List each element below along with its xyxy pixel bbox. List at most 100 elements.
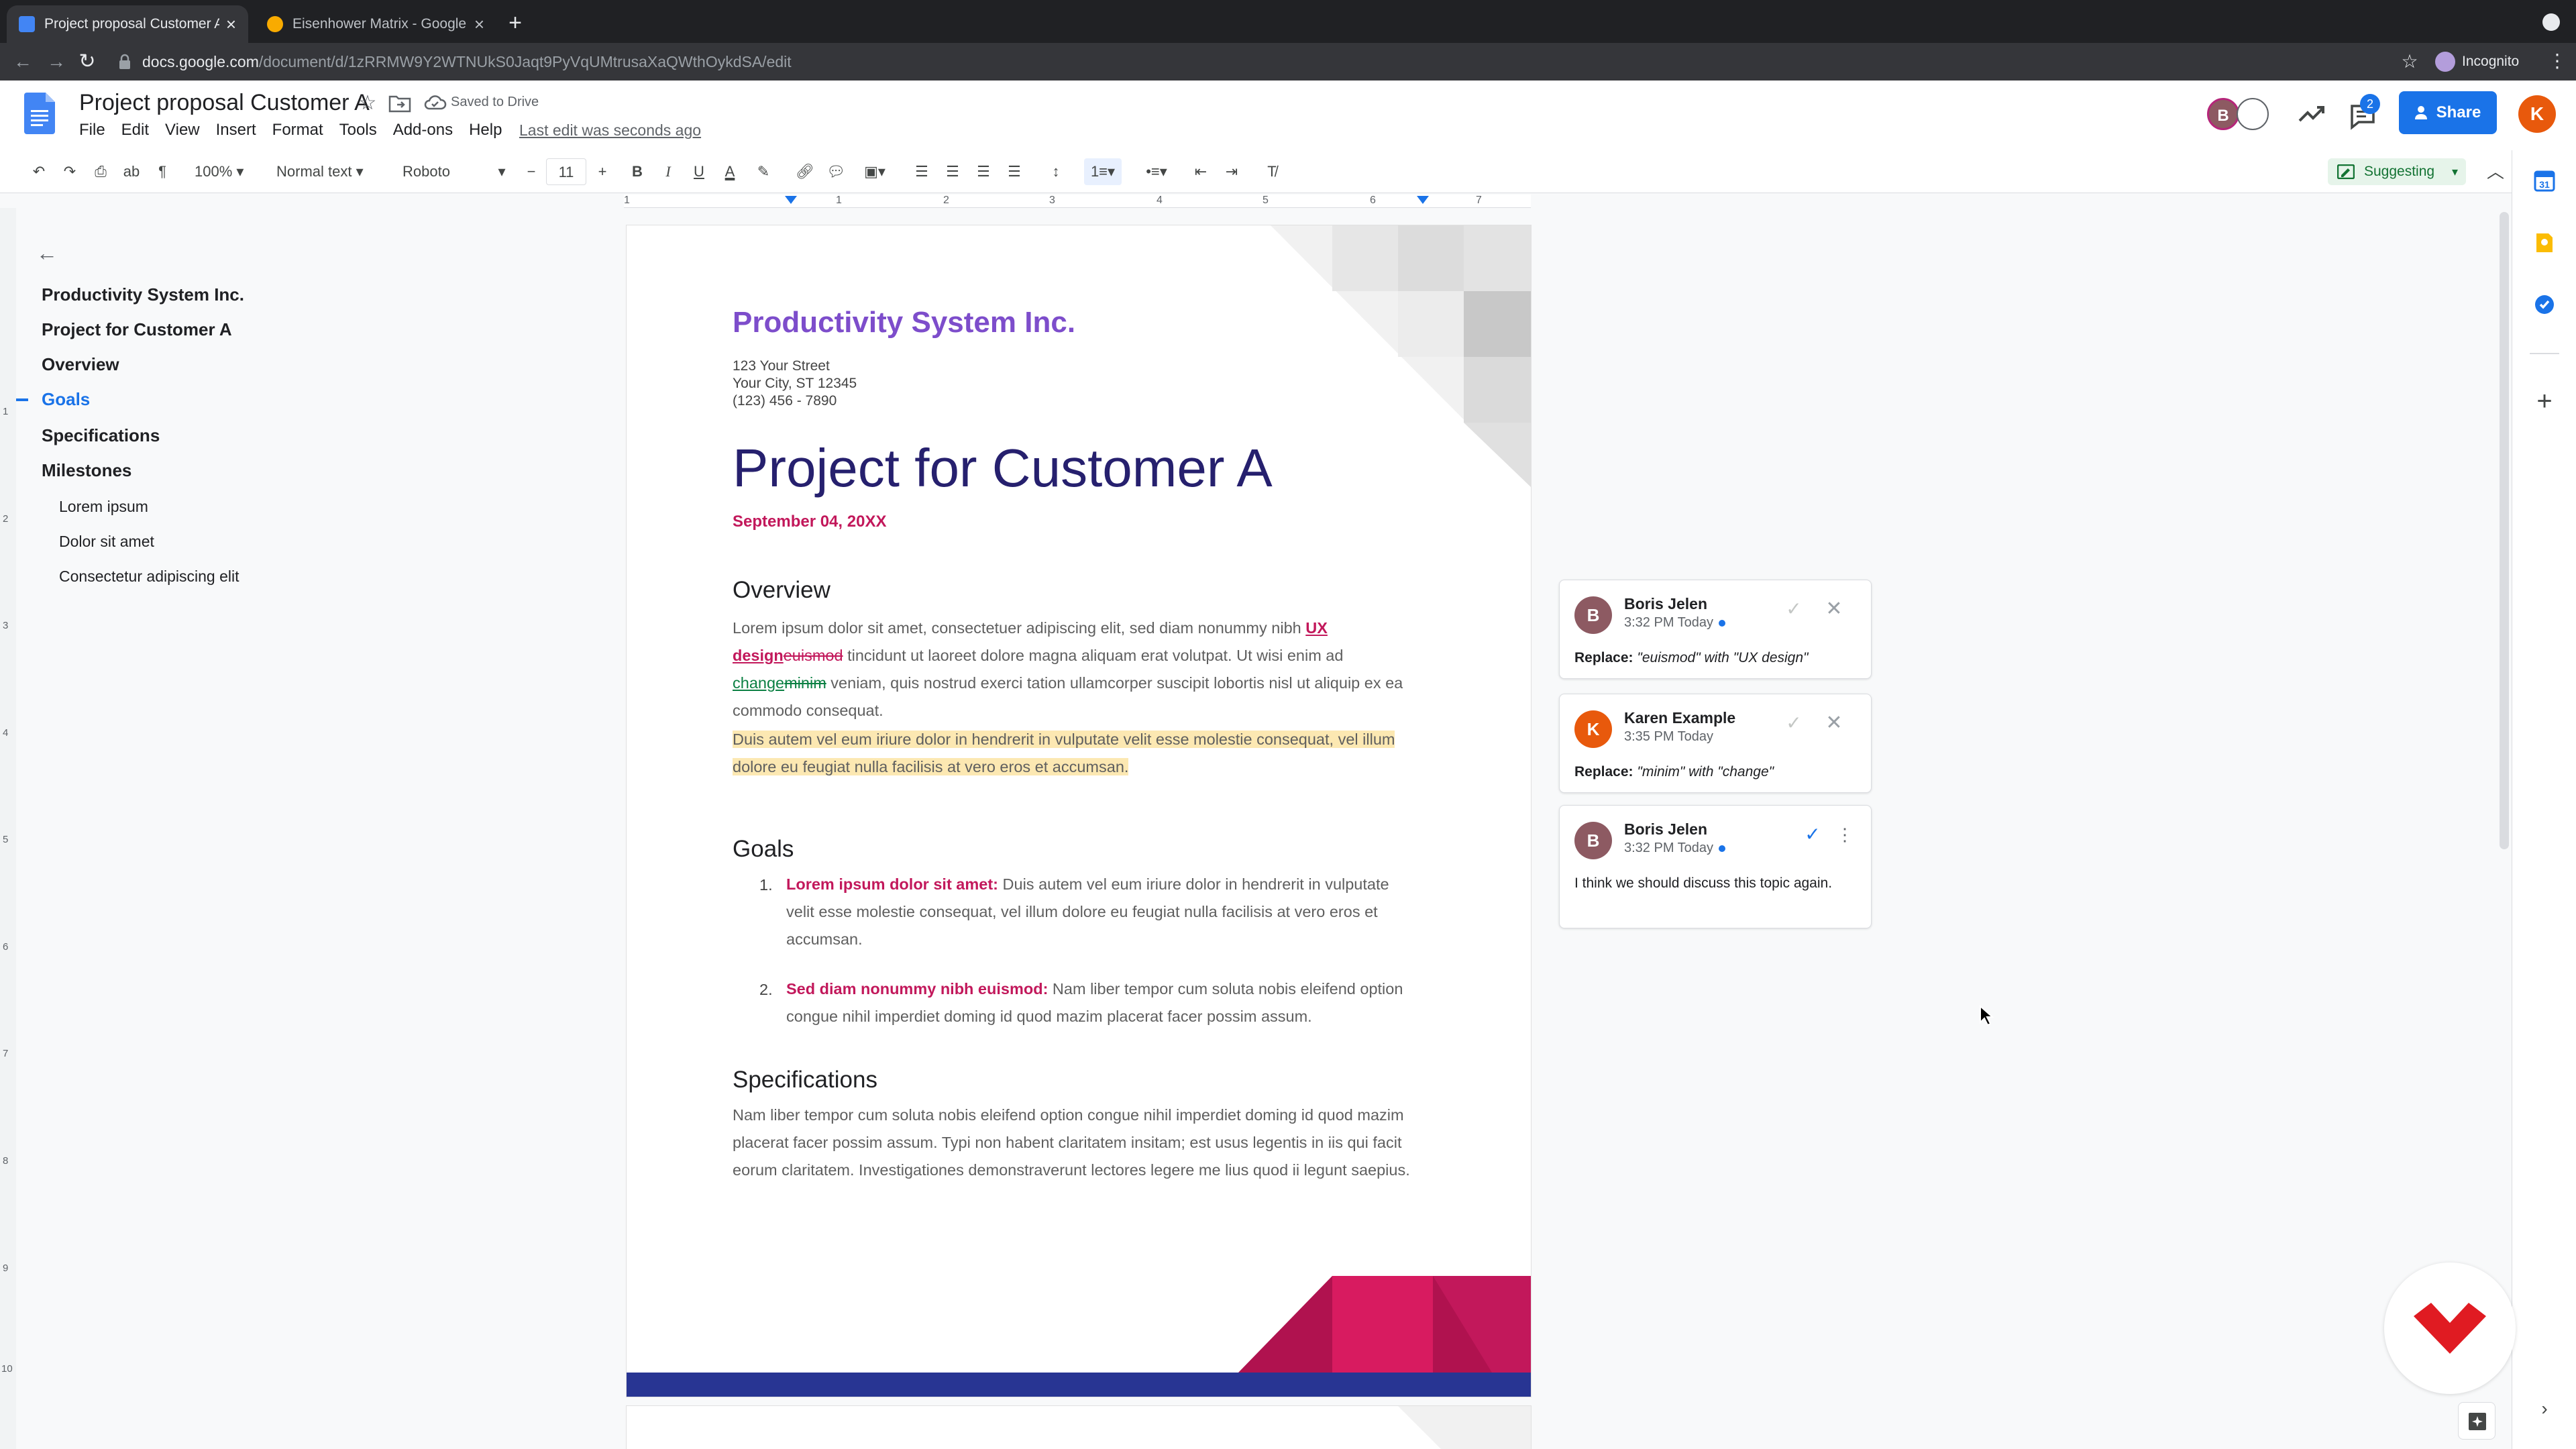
account-avatar-k[interactable]: K <box>2518 95 2556 133</box>
outline-item-milestones[interactable]: Milestones <box>42 460 131 481</box>
comment-highlight[interactable]: Duis autem vel eum iriure dolor in hendr… <box>733 731 1395 775</box>
close-tab-icon[interactable]: × <box>226 14 236 35</box>
print-icon[interactable]: ⎙ <box>89 158 113 185</box>
suggested-deletion[interactable]: euismod <box>784 647 843 664</box>
document-title[interactable]: Project proposal Customer A <box>79 90 370 116</box>
undo-icon[interactable]: ↶ <box>27 158 51 185</box>
outline-item-goals[interactable]: Goals <box>42 389 90 410</box>
bulleted-list-icon[interactable]: •≡▾ <box>1138 158 1175 185</box>
menu-help[interactable]: Help <box>469 121 502 145</box>
accept-suggestion-check-icon[interactable]: ✓ <box>1784 713 1804 733</box>
forward-arrow-icon[interactable]: → <box>43 48 70 75</box>
align-center-icon[interactable]: ☰ <box>941 158 965 185</box>
document-page-next[interactable] <box>627 1406 1531 1449</box>
insert-image-icon[interactable]: ▣▾ <box>856 158 894 185</box>
tab-eisenhower-matrix[interactable]: Eisenhower Matrix - Google Ja × <box>255 5 496 43</box>
left-indent-marker[interactable] <box>785 196 797 204</box>
insert-link-icon[interactable]: 🔗︎ <box>793 158 817 185</box>
menu-insert[interactable]: Insert <box>216 121 256 145</box>
underline-icon[interactable]: U <box>687 158 711 185</box>
suggested-insertion[interactable]: change <box>733 674 784 692</box>
specifications-paragraph[interactable]: Nam liber tempor cum soluta nobis eleife… <box>733 1102 1437 1184</box>
tab-search-icon[interactable] <box>2542 13 2560 31</box>
suggested-deletion[interactable]: minim <box>784 674 826 692</box>
explore-button[interactable] <box>2458 1402 2496 1440</box>
comment-card[interactable]: B Boris Jelen 3:32 PM Today ✓ ⋮ I think … <box>1559 805 1872 928</box>
paragraph-style-select[interactable]: Normal text ▾ <box>276 158 384 185</box>
anonymous-viewer-avatar[interactable] <box>2237 98 2269 130</box>
italic-icon[interactable]: I <box>656 158 680 185</box>
redo-icon[interactable]: ↷ <box>58 158 82 185</box>
outline-item-overview[interactable]: Overview <box>42 354 119 375</box>
horizontal-ruler[interactable]: 1 1 2 3 4 5 6 7 <box>624 195 1531 208</box>
increase-font-size-icon[interactable]: + <box>590 158 614 185</box>
text-color-icon[interactable]: A <box>718 158 742 185</box>
reject-suggestion-close-icon[interactable]: ✕ <box>1824 713 1844 733</box>
close-tab-icon[interactable]: × <box>474 14 484 35</box>
share-button[interactable]: Share <box>2399 91 2497 134</box>
tab-project-proposal[interactable]: Project proposal Customer A - × <box>7 5 248 43</box>
spellcheck-icon[interactable]: ab <box>119 158 144 185</box>
bookmark-star-icon[interactable]: ☆ <box>2398 50 2422 74</box>
bold-icon[interactable]: B <box>625 158 649 185</box>
move-folder-icon[interactable] <box>388 93 412 114</box>
tasks-icon[interactable] <box>2534 294 2555 315</box>
menu-view[interactable]: View <box>165 121 200 145</box>
justify-icon[interactable]: ☰ <box>1002 158 1026 185</box>
expand-side-panel-icon[interactable]: › <box>2536 1398 2553 1419</box>
document-page[interactable]: Productivity System Inc. 123 Your Street… <box>627 225 1531 1397</box>
goal-item[interactable]: Sed diam nonummy nibh euismod: Nam liber… <box>786 975 1430 1030</box>
back-arrow-icon[interactable]: ← <box>9 48 36 75</box>
add-comment-icon[interactable]: 💬︎ <box>824 158 848 185</box>
paint-format-icon[interactable]: ¶ <box>150 158 174 185</box>
right-indent-marker[interactable] <box>1417 196 1429 204</box>
font-select[interactable]: Roboto <box>402 158 510 185</box>
menu-format[interactable]: Format <box>272 121 323 145</box>
line-spacing-icon[interactable]: ↕ <box>1044 158 1068 185</box>
highlight-color-icon[interactable]: ✎ <box>751 158 775 185</box>
zoom-select[interactable]: 100% ▾ <box>195 158 262 185</box>
outline-item-consectetur[interactable]: Consectetur adipiscing elit <box>59 568 239 586</box>
reject-suggestion-close-icon[interactable]: ✕ <box>1824 599 1844 619</box>
google-docs-logo-icon[interactable] <box>24 93 55 134</box>
new-tab-button[interactable]: + <box>502 9 529 36</box>
collaborator-avatar-b[interactable]: B <box>2207 98 2239 130</box>
outline-item-project-for-customer[interactable]: Project for Customer A <box>42 319 232 340</box>
activity-dashboard-icon[interactable] <box>2294 98 2326 130</box>
calendar-icon[interactable]: 31 <box>2534 170 2555 192</box>
last-edit-link[interactable]: Last edit was seconds ago <box>519 121 701 140</box>
font-size-input[interactable]: 11 <box>546 158 586 185</box>
clear-formatting-icon[interactable]: T̸ <box>1260 158 1284 185</box>
highlighted-paragraph[interactable]: Duis autem vel eum iriure dolor in hendr… <box>733 726 1437 781</box>
increase-indent-icon[interactable]: ⇥ <box>1220 158 1244 185</box>
align-right-icon[interactable]: ☰ <box>971 158 996 185</box>
keep-icon[interactable] <box>2534 232 2555 254</box>
outline-item-dolor-sit-amet[interactable]: Dolor sit amet <box>59 533 154 551</box>
menu-tools[interactable]: Tools <box>339 121 377 145</box>
accept-suggestion-check-icon[interactable]: ✓ <box>1784 599 1804 619</box>
hide-menus-icon[interactable]: ︿ <box>2482 158 2509 185</box>
reload-icon[interactable]: ↻ <box>74 48 101 75</box>
outline-item-productivity-system[interactable]: Productivity System Inc. <box>42 284 244 305</box>
suggestion-card[interactable]: K Karen Example 3:35 PM Today ✓ ✕ Replac… <box>1559 694 1872 793</box>
menu-file[interactable]: File <box>79 121 105 145</box>
incognito-badge[interactable]: Incognito <box>2435 50 2519 74</box>
goal-item[interactable]: Lorem ipsum dolor sit amet: Duis autem v… <box>786 871 1417 953</box>
vertical-scrollbar[interactable] <box>2500 212 2509 849</box>
get-add-ons-plus-icon[interactable]: + <box>2534 388 2555 415</box>
more-options-icon[interactable]: ⋮ <box>1835 824 1855 845</box>
decrease-font-size-icon[interactable]: − <box>519 158 543 185</box>
numbered-list-icon[interactable]: 1≡▾ <box>1084 158 1122 185</box>
menu-edit[interactable]: Edit <box>121 121 149 145</box>
overview-paragraph[interactable]: Lorem ipsum dolor sit amet, consectetuer… <box>733 614 1437 724</box>
vertical-ruler[interactable]: 1 2 3 4 5 6 7 8 9 10 <box>0 208 16 1449</box>
font-dropdown-icon[interactable]: ▾ <box>495 158 508 185</box>
outline-item-lorem-ipsum[interactable]: Lorem ipsum <box>59 498 148 516</box>
browser-menu-icon[interactable]: ⋮ <box>2548 50 2567 74</box>
outline-item-specifications[interactable]: Specifications <box>42 425 160 446</box>
align-left-icon[interactable]: ☰ <box>910 158 934 185</box>
editing-mode-select[interactable]: Suggesting ▾ <box>2328 158 2466 185</box>
decrease-indent-icon[interactable]: ⇤ <box>1189 158 1213 185</box>
menu-add-ons[interactable]: Add-ons <box>393 121 453 145</box>
url-field[interactable]: docs.google.com/document/d/1zRRMW9Y2WTNU… <box>142 51 792 72</box>
